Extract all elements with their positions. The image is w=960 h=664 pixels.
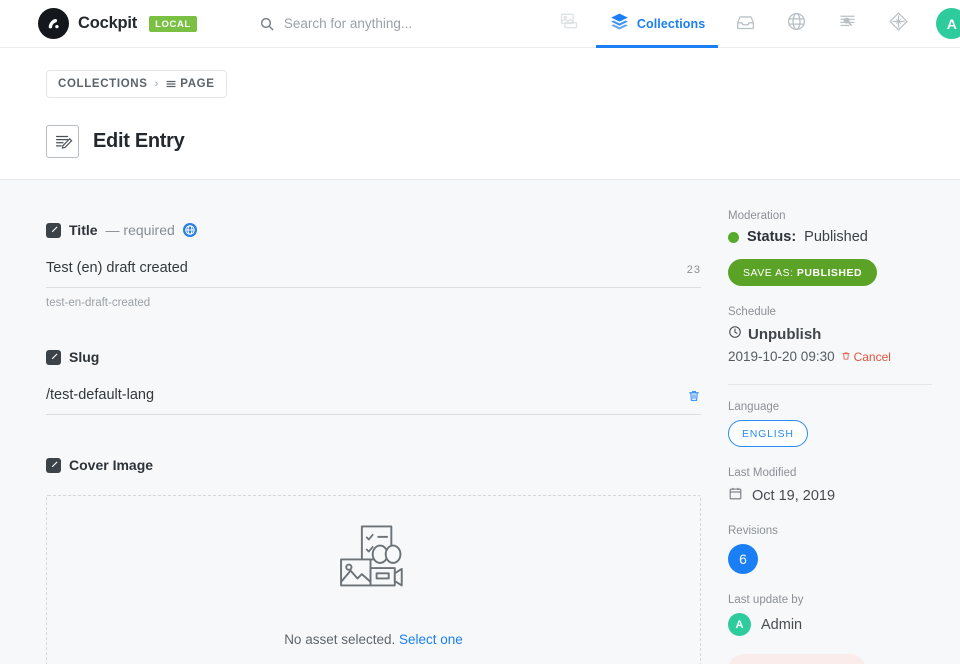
field-cover-image: Cover Image No asset selected. Select on… xyxy=(46,457,720,664)
last-update-by-name: Admin xyxy=(761,616,803,633)
entry-form: Title — required Test (en) draft created… xyxy=(0,180,720,664)
media-image-icon xyxy=(559,11,579,36)
last-update-by-row: A Admin xyxy=(728,613,940,636)
pencil-square-icon xyxy=(46,457,61,473)
revisions-count-badge[interactable]: 6 xyxy=(728,544,758,574)
status-row: Status: Published xyxy=(728,229,940,245)
title-char-counter: 23 xyxy=(686,264,701,276)
moderation-label: Moderation xyxy=(728,210,786,222)
field-title: Title — required Test (en) draft created… xyxy=(46,222,720,309)
page-title-row: Edit Entry xyxy=(46,125,960,158)
field-slug-label: Slug xyxy=(46,349,720,365)
search-text-icon xyxy=(837,11,858,37)
save-as-state: PUBLISHED xyxy=(796,267,863,279)
breadcrumb[interactable]: COLLECTIONS › PAGE xyxy=(46,70,227,98)
asset-placeholder-icon xyxy=(332,523,416,606)
globe-badge-icon xyxy=(182,223,197,237)
status-key: Status: xyxy=(747,229,797,245)
nav-item-media[interactable] xyxy=(544,0,594,48)
breadcrumb-collections[interactable]: COLLECTIONS xyxy=(58,78,148,90)
page-subheader: COLLECTIONS › PAGE Edit Entry xyxy=(0,48,960,180)
brand-name: Cockpit xyxy=(78,14,138,32)
clock-icon xyxy=(728,325,742,343)
field-cover-image-label-text: Cover Image xyxy=(69,457,154,473)
last-modified-value: Oct 19, 2019 xyxy=(752,487,836,504)
schedule-datetime: 2019-10-20 09:30 xyxy=(728,349,835,364)
local-badge: LOCAL xyxy=(149,15,197,32)
brand-logo-area[interactable]: Cockpit LOCAL xyxy=(38,8,197,39)
revisions-label: Revisions xyxy=(728,525,778,537)
user-avatar[interactable]: A xyxy=(936,8,960,39)
schedule-action-label: Unpublish xyxy=(748,325,822,343)
sidebar-revisions: Revisions 6 xyxy=(728,525,940,574)
layers-icon xyxy=(609,11,630,37)
slug-input-value: /test-default-lang xyxy=(46,387,155,403)
schedule-cancel-label: Cancel xyxy=(853,349,891,364)
pencil-square-icon xyxy=(46,222,61,238)
field-title-label-text: Title xyxy=(69,222,98,238)
field-cover-image-label: Cover Image xyxy=(46,457,720,473)
avatar: A xyxy=(728,613,751,636)
sidebar-language: Language ENGLISH xyxy=(728,401,940,447)
entry-sidebar: Moderation Status: Published SAVE AS: PU… xyxy=(720,180,960,664)
schedule-datetime-row: 2019-10-20 09:30 Cancel xyxy=(728,349,940,364)
title-input[interactable]: Test (en) draft created 23 xyxy=(46,260,701,288)
schedule-action-row[interactable]: Unpublish xyxy=(728,325,940,343)
trash-icon xyxy=(841,350,851,364)
globe-icon xyxy=(786,11,807,37)
last-modified-row: Oct 19, 2019 xyxy=(728,486,940,505)
title-input-value: Test (en) draft created xyxy=(46,260,188,276)
pencil-square-icon xyxy=(46,349,61,365)
select-asset-link[interactable]: Select one xyxy=(399,632,463,647)
sidebar-divider xyxy=(728,384,932,385)
nav-item-collections[interactable]: Collections xyxy=(594,0,720,48)
breadcrumb-page[interactable]: PAGE xyxy=(180,78,214,90)
status-dot-icon xyxy=(728,231,739,243)
field-title-label: Title — required xyxy=(46,222,720,238)
field-slug-label-text: Slug xyxy=(69,349,100,365)
page-body: Title — required Test (en) draft created… xyxy=(0,180,960,664)
breadcrumb-separator: › xyxy=(154,78,159,90)
language-label: Language xyxy=(728,401,780,413)
schedule-cancel-button[interactable]: Cancel xyxy=(841,350,891,364)
language-pill-english[interactable]: ENGLISH xyxy=(728,420,808,447)
field-title-required-note: — required xyxy=(105,222,175,238)
title-helper-text: test-en-draft-created xyxy=(46,297,151,309)
sidebar-schedule: Schedule Unpublish 2019-10-20 09:30 Canc… xyxy=(728,306,940,364)
nav-item-collections-label: Collections xyxy=(636,16,706,31)
status-value: Published xyxy=(804,229,868,245)
last-modified-label: Last Modified xyxy=(728,467,797,479)
list-lines-icon xyxy=(165,78,177,90)
cockpit-logo-icon xyxy=(38,8,69,39)
save-as-prefix: SAVE AS: xyxy=(743,267,797,279)
edit-document-icon xyxy=(46,125,79,158)
active-tab-underline xyxy=(595,44,719,48)
sidebar-last-modified: Last Modified Oct 19, 2019 xyxy=(728,467,940,505)
search-icon xyxy=(259,16,275,32)
global-search[interactable] xyxy=(259,16,544,32)
nav-item-inbox[interactable] xyxy=(720,0,771,48)
sidebar-last-update-by: Last update by A Admin IMAGE STYLES xyxy=(728,594,940,664)
nav-item-settings[interactable] xyxy=(873,0,924,48)
asset-empty-caption: No asset selected. Select one xyxy=(284,632,463,647)
last-update-by-label: Last update by xyxy=(728,594,804,606)
nav-item-globe[interactable] xyxy=(771,0,822,48)
schedule-label: Schedule xyxy=(728,306,776,318)
inbox-tray-icon xyxy=(735,11,756,37)
main-navigation: Collections A xyxy=(544,0,960,48)
trash-icon[interactable] xyxy=(687,389,701,403)
nav-item-content-search[interactable] xyxy=(822,0,873,48)
image-styles-button[interactable]: IMAGE STYLES xyxy=(728,654,867,664)
top-header-bar: Cockpit LOCAL Search for anything... Col… xyxy=(0,0,960,48)
sidebar-moderation: Moderation Status: Published SAVE AS: PU… xyxy=(728,210,940,286)
save-as-published-button[interactable]: SAVE AS: PUBLISHED xyxy=(728,259,878,286)
asset-dropzone[interactable]: No asset selected. Select one xyxy=(46,495,701,664)
field-slug: Slug /test-default-lang xyxy=(46,349,720,415)
diamond-compass-icon xyxy=(888,11,909,37)
page-title: Edit Entry xyxy=(93,130,185,152)
calendar-icon xyxy=(728,486,743,505)
search-input[interactable] xyxy=(283,16,544,31)
asset-empty-text: No asset selected. xyxy=(284,632,396,647)
slug-input[interactable]: /test-default-lang xyxy=(46,387,701,415)
